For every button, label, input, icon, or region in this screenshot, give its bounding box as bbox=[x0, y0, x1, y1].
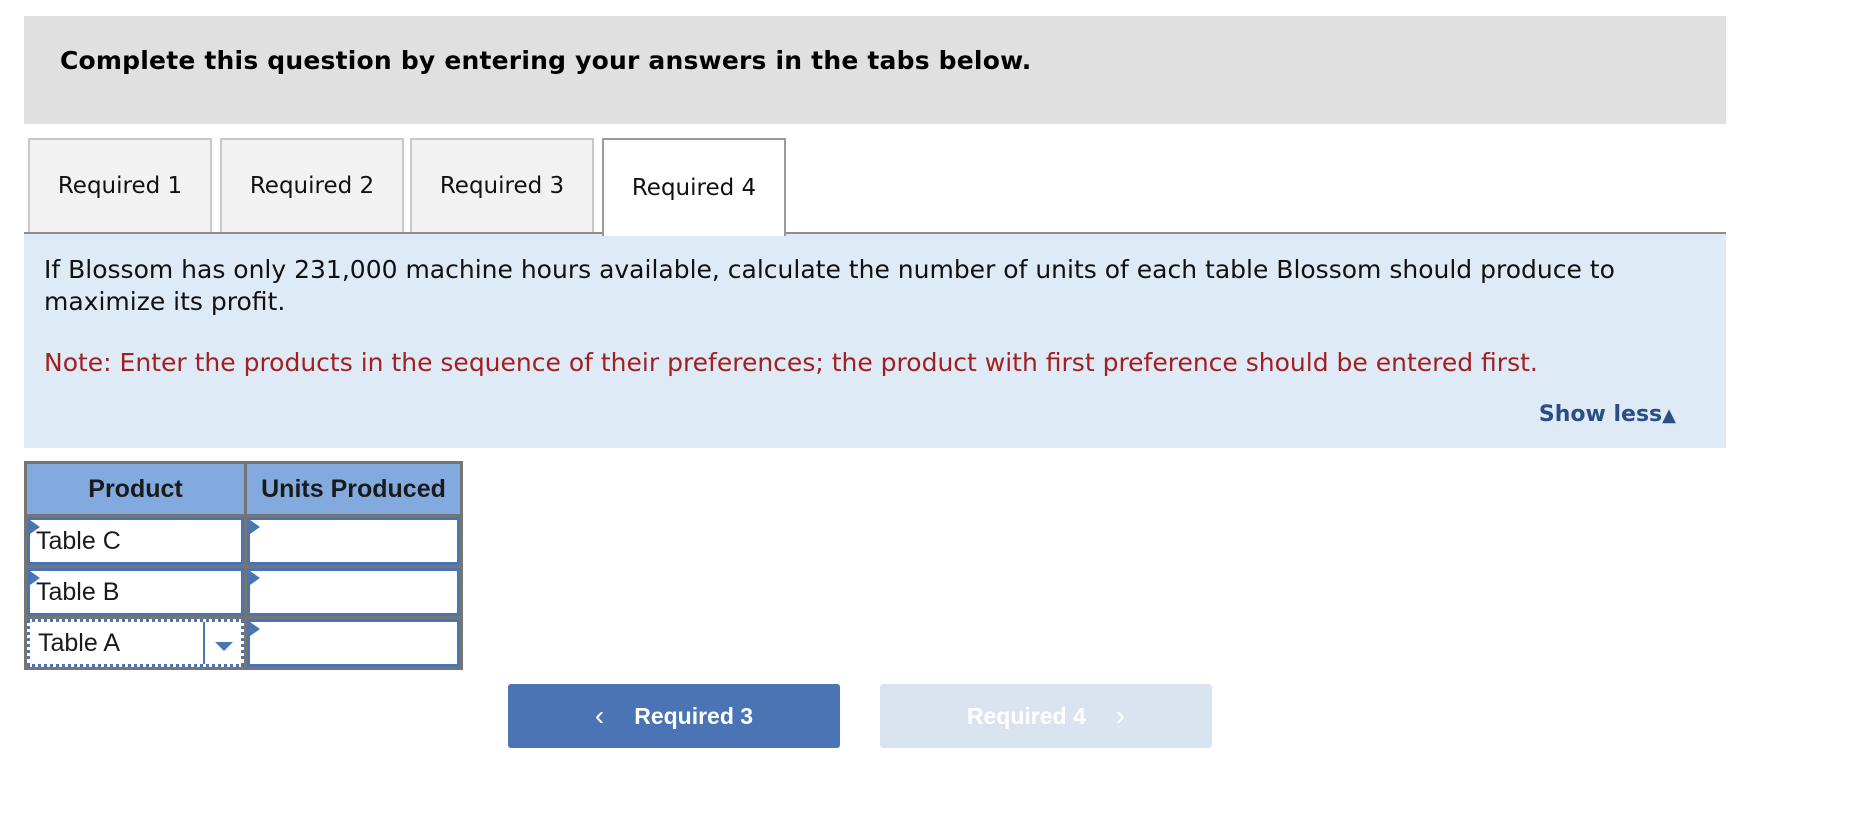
dropdown-separator bbox=[203, 622, 205, 664]
cell-marker-icon bbox=[30, 571, 40, 585]
product-select[interactable]: Table B bbox=[27, 568, 244, 616]
tab-required-2[interactable]: Required 2 bbox=[220, 138, 404, 232]
cell-marker-icon bbox=[250, 622, 260, 636]
prev-required-button[interactable]: ‹ Required 3 bbox=[508, 684, 840, 748]
table-row: Table A bbox=[24, 616, 463, 670]
column-header-product: Product bbox=[24, 461, 247, 517]
note-text: Note: Enter the products in the sequence… bbox=[44, 348, 1538, 377]
chevron-right-icon: › bbox=[1115, 700, 1126, 731]
table-header-row: Product Units Produced bbox=[24, 461, 463, 517]
next-required-button[interactable]: Required 4 › bbox=[880, 684, 1212, 748]
cell-marker-icon bbox=[250, 520, 260, 534]
product-value: Table B bbox=[36, 577, 120, 606]
instructions-header: Complete this question by entering your … bbox=[24, 16, 1726, 124]
units-input[interactable] bbox=[247, 619, 460, 667]
cell-marker-icon bbox=[250, 571, 260, 585]
tab-required-3[interactable]: Required 3 bbox=[410, 138, 594, 232]
question-panel: If Blossom has only 231,000 machine hour… bbox=[24, 234, 1726, 448]
product-value: Table A bbox=[38, 628, 121, 657]
table-row: Table C bbox=[24, 514, 463, 568]
product-select[interactable]: Table A bbox=[27, 619, 244, 667]
product-value: Table C bbox=[36, 526, 121, 555]
chevron-left-icon: ‹ bbox=[594, 700, 605, 731]
units-input[interactable] bbox=[247, 517, 460, 565]
triangle-up-icon: ▲ bbox=[1662, 405, 1676, 426]
tab-bar: Required 1 Required 2 Required 3 Require… bbox=[24, 138, 1726, 236]
next-button-label: Required 4 bbox=[966, 702, 1086, 729]
product-select[interactable]: Table C bbox=[27, 517, 244, 565]
chevron-down-icon[interactable] bbox=[215, 642, 233, 651]
instructions-title: Complete this question by entering your … bbox=[60, 46, 1032, 75]
tab-required-4[interactable]: Required 4 bbox=[602, 138, 786, 236]
tab-required-1[interactable]: Required 1 bbox=[28, 138, 212, 232]
show-less-label: Show less bbox=[1538, 402, 1663, 427]
question-text: If Blossom has only 231,000 machine hour… bbox=[44, 255, 1615, 316]
prev-button-label: Required 3 bbox=[634, 702, 754, 729]
cell-marker-icon bbox=[30, 520, 40, 534]
table-row: Table B bbox=[24, 565, 463, 619]
answer-table: Product Units Produced Table C Table B T… bbox=[24, 461, 463, 670]
column-header-units: Units Produced bbox=[244, 461, 463, 517]
show-less-link[interactable]: Show less▲ bbox=[1539, 402, 1676, 427]
units-input[interactable] bbox=[247, 568, 460, 616]
